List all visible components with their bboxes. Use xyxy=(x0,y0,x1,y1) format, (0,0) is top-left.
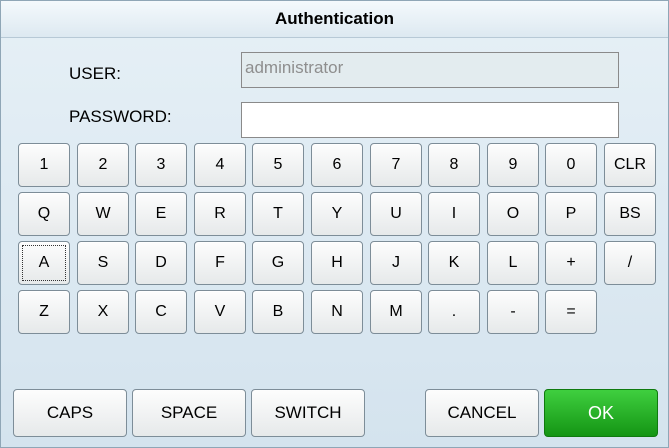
key-6[interactable]: 6 xyxy=(311,143,363,187)
key-label: Z xyxy=(39,303,49,320)
key-slash[interactable]: / xyxy=(604,241,656,285)
key-label: G xyxy=(271,254,285,271)
key-n[interactable]: N xyxy=(311,290,363,334)
key-label: Q xyxy=(37,205,51,222)
key-label: B xyxy=(272,303,284,320)
key-v[interactable]: V xyxy=(194,290,246,334)
key-label: BS xyxy=(619,205,641,222)
key-label: 3 xyxy=(156,156,166,173)
key-label: X xyxy=(97,303,109,320)
dialog-title: Authentication xyxy=(1,1,668,38)
key-g[interactable]: G xyxy=(252,241,304,285)
key-label: E xyxy=(155,205,167,222)
ok-button[interactable]: OK xyxy=(544,389,658,437)
key-label: 9 xyxy=(508,156,518,173)
key-label: W xyxy=(95,205,111,222)
key-label: O xyxy=(506,205,520,222)
key-label: J xyxy=(392,254,400,271)
key-a[interactable]: A xyxy=(18,241,70,285)
key-b[interactable]: B xyxy=(252,290,304,334)
key-label: 5 xyxy=(273,156,283,173)
key-label: 4 xyxy=(215,156,225,173)
key-8[interactable]: 8 xyxy=(428,143,480,187)
key-l[interactable]: L xyxy=(487,241,539,285)
password-label: PASSWORD: xyxy=(69,107,172,126)
key-label: 7 xyxy=(391,156,401,173)
key-j[interactable]: J xyxy=(370,241,422,285)
key-period[interactable]: . xyxy=(428,290,480,334)
key-label: D xyxy=(155,254,167,271)
key-label: = xyxy=(566,303,576,320)
key-label: Y xyxy=(331,205,343,222)
key-label: A xyxy=(38,254,50,271)
key-label: 0 xyxy=(566,156,576,173)
key-0[interactable]: 0 xyxy=(545,143,597,187)
cancel-button[interactable]: CANCEL xyxy=(425,389,539,437)
key-label: T xyxy=(273,205,283,222)
key-label: K xyxy=(448,254,460,271)
key-label: + xyxy=(566,254,576,271)
key-bs[interactable]: BS xyxy=(604,192,656,236)
key-y[interactable]: Y xyxy=(311,192,363,236)
key-4[interactable]: 4 xyxy=(194,143,246,187)
key-label: H xyxy=(331,254,343,271)
key-s[interactable]: S xyxy=(77,241,129,285)
user-label: USER: xyxy=(69,64,121,83)
key-u[interactable]: U xyxy=(370,192,422,236)
key-equals[interactable]: = xyxy=(545,290,597,334)
space-button[interactable]: SPACE xyxy=(132,389,246,437)
key-label: C xyxy=(155,303,167,320)
key-r[interactable]: R xyxy=(194,192,246,236)
key-p[interactable]: P xyxy=(545,192,597,236)
key-t[interactable]: T xyxy=(252,192,304,236)
switch-button[interactable]: SWITCH xyxy=(251,389,365,437)
key-clr[interactable]: CLR xyxy=(604,143,656,187)
key-q[interactable]: Q xyxy=(18,192,70,236)
user-field: administrator xyxy=(241,52,619,88)
key-o[interactable]: O xyxy=(487,192,539,236)
caps-button[interactable]: CAPS xyxy=(13,389,127,437)
key-label: M xyxy=(389,303,403,320)
key-label: N xyxy=(331,303,343,320)
key-d[interactable]: D xyxy=(135,241,187,285)
key-label: P xyxy=(565,205,577,222)
key-label: F xyxy=(215,254,225,271)
key-label: CLR xyxy=(613,156,646,173)
key-w[interactable]: W xyxy=(77,192,129,236)
key-label: S xyxy=(97,254,109,271)
key-label: / xyxy=(627,254,633,271)
key-plus[interactable]: + xyxy=(545,241,597,285)
key-label: I xyxy=(451,205,457,222)
key-9[interactable]: 9 xyxy=(487,143,539,187)
key-minus[interactable]: - xyxy=(487,290,539,334)
key-7[interactable]: 7 xyxy=(370,143,422,187)
key-x[interactable]: X xyxy=(77,290,129,334)
key-label: . xyxy=(451,303,457,320)
key-5[interactable]: 5 xyxy=(252,143,304,187)
key-label: U xyxy=(390,205,402,222)
key-label: 6 xyxy=(332,156,342,173)
key-k[interactable]: K xyxy=(428,241,480,285)
key-label: R xyxy=(214,205,226,222)
key-label: - xyxy=(510,303,516,320)
key-z[interactable]: Z xyxy=(18,290,70,334)
key-c[interactable]: C xyxy=(135,290,187,334)
key-h[interactable]: H xyxy=(311,241,363,285)
key-1[interactable]: 1 xyxy=(18,143,70,187)
key-label: V xyxy=(214,303,226,320)
key-2[interactable]: 2 xyxy=(77,143,129,187)
key-label: 1 xyxy=(39,156,49,173)
key-label: 8 xyxy=(449,156,459,173)
key-m[interactable]: M xyxy=(370,290,422,334)
key-f[interactable]: F xyxy=(194,241,246,285)
key-3[interactable]: 3 xyxy=(135,143,187,187)
key-i[interactable]: I xyxy=(428,192,480,236)
authentication-dialog: Authentication USER: administrator PASSW… xyxy=(0,0,669,448)
key-label: 2 xyxy=(98,156,108,173)
password-field[interactable] xyxy=(241,102,619,138)
key-label: L xyxy=(508,254,518,271)
key-e[interactable]: E xyxy=(135,192,187,236)
